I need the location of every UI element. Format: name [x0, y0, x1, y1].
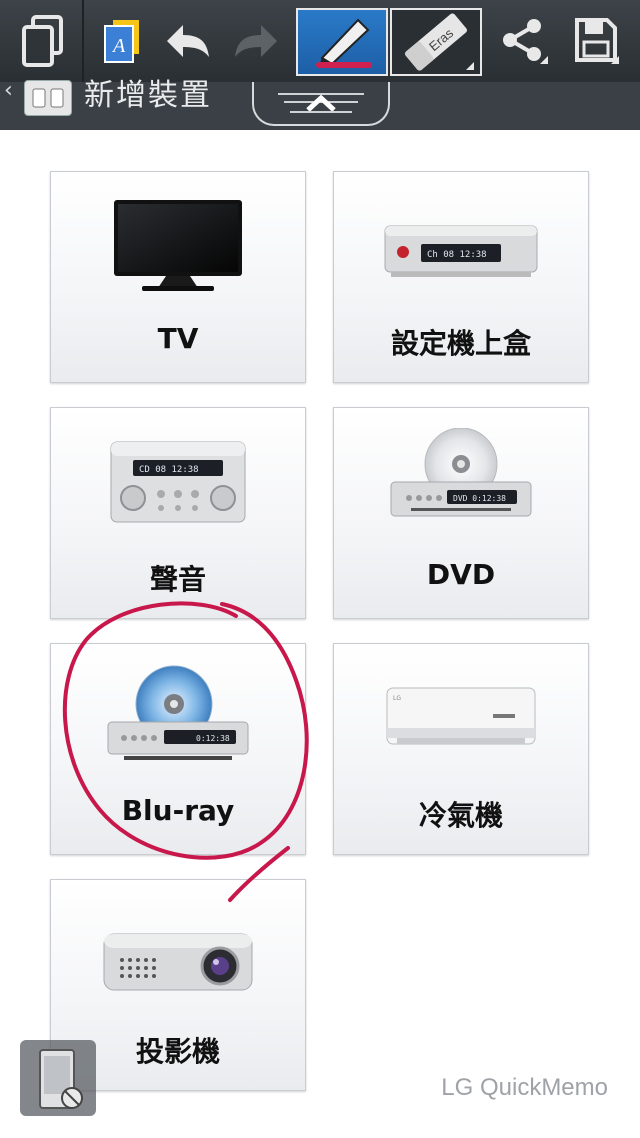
share-icon[interactable]	[494, 0, 554, 82]
save-icon[interactable]	[564, 0, 628, 82]
device-label: Blu-ray	[121, 794, 235, 827]
eraser-icon[interactable]: Eras	[390, 8, 482, 76]
app-watermark: LG QuickMemo	[441, 1074, 608, 1101]
device-tile-tv[interactable]: TV	[50, 171, 306, 383]
svg-text:A: A	[111, 35, 126, 57]
device-tile-set-top-box[interactable]: Ch 08 12:38 設定機上盒	[333, 171, 589, 383]
device-tile-dvd[interactable]: DVD 0:12:38 DVD	[333, 407, 589, 619]
back-chevron-icon[interactable]: ‹	[4, 78, 13, 103]
remote-icon	[24, 80, 72, 116]
pen-icon[interactable]	[296, 8, 388, 76]
redo-icon[interactable]	[226, 0, 286, 82]
bluray-player-icon: 0:12:38	[98, 662, 258, 770]
svg-text:CD 08 12:38: CD 08 12:38	[139, 465, 199, 475]
device-label: 聲音	[149, 563, 206, 596]
svg-text:LG: LG	[393, 695, 401, 702]
device-label: DVD	[426, 558, 496, 591]
device-label: 冷氣機	[418, 799, 503, 832]
device-tile-audio[interactable]: CD 08 12:38 聲音	[50, 407, 306, 619]
svg-text:Ch 08 12:38: Ch 08 12:38	[427, 250, 487, 260]
air-conditioner-icon: LG	[383, 684, 539, 758]
set-top-box-icon: Ch 08 12:38	[381, 222, 541, 286]
memo-toggle-button[interactable]	[20, 1040, 96, 1116]
tv-icon	[108, 194, 248, 298]
collapse-toolbar-handle[interactable]	[252, 82, 390, 126]
device-tile-bluray[interactable]: 0:12:38 Blu-ray	[50, 643, 306, 855]
copy-icon[interactable]	[8, 0, 78, 82]
device-label: TV	[157, 322, 199, 355]
audio-system-icon: CD 08 12:38	[103, 438, 253, 532]
dvd-player-icon: DVD 0:12:38	[381, 427, 541, 532]
projector-icon	[98, 920, 258, 1004]
device-tile-air-conditioner[interactable]: LG 冷氣機	[333, 643, 589, 855]
svg-text:0:12:38: 0:12:38	[196, 734, 230, 743]
page-title: 新增裝置	[84, 78, 212, 113]
device-label: 設定機上盒	[390, 327, 531, 360]
svg-text:DVD 0:12:38: DVD 0:12:38	[453, 494, 506, 503]
